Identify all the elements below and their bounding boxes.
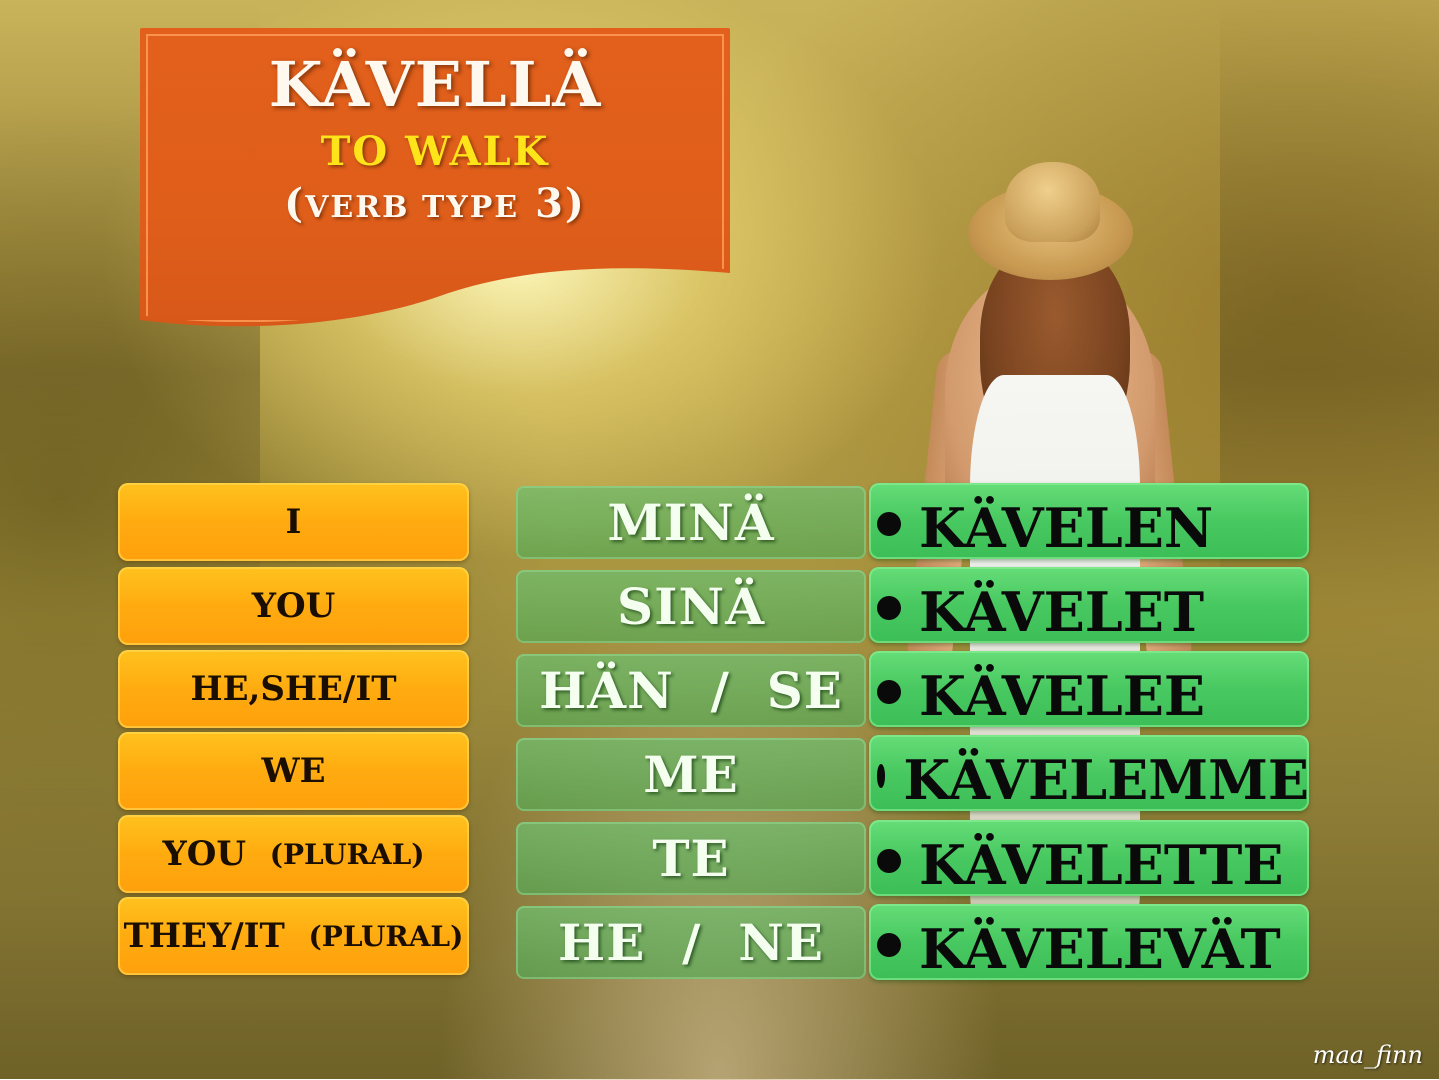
conjugation-cell: KÄVELEE (869, 651, 1309, 728)
english-pronoun-cell: I (118, 483, 469, 561)
bullet-icon (877, 596, 901, 620)
finnish-pronoun-cell: ME (516, 738, 866, 811)
bullet-icon (877, 849, 901, 873)
finnish-pronoun-cell: TE (516, 822, 866, 895)
conjugation-cell: KÄVELEN (869, 483, 1309, 560)
conjugation-cell: KÄVELEVÄT (869, 904, 1309, 981)
finnish-pronoun-cell: HÄN / SE (516, 654, 866, 727)
conjugation-cell: KÄVELETTE (869, 820, 1309, 897)
bullet-icon (877, 764, 886, 788)
bullet-icon (877, 933, 901, 957)
bullet-icon (877, 512, 901, 536)
conjugation-cell: KÄVELEMME (869, 735, 1309, 812)
english-pronoun-cell: YOU (PLURAL) (118, 815, 469, 893)
english-pronoun-cell: WE (118, 732, 469, 810)
conjugation-cell: KÄVELET (869, 567, 1309, 644)
bullet-icon (877, 680, 901, 704)
finnish-pronoun-cell: MINÄ (516, 486, 866, 559)
english-pronoun-cell: YOU (118, 567, 469, 645)
english-pronoun-cell: THEY/IT (PLURAL) (118, 897, 469, 975)
verb-translation: TO WALK (320, 128, 550, 175)
verb-type: (VERB TYPE 3) (284, 180, 586, 227)
english-pronoun-cell: HE,SHE/IT (118, 650, 469, 728)
verb-title: KÄVELLÄ (268, 48, 602, 121)
watermark: maa_finn (1312, 1041, 1423, 1069)
finnish-pronoun-cell: SINÄ (516, 570, 866, 643)
finnish-pronoun-cell: HE / NE (516, 906, 866, 979)
